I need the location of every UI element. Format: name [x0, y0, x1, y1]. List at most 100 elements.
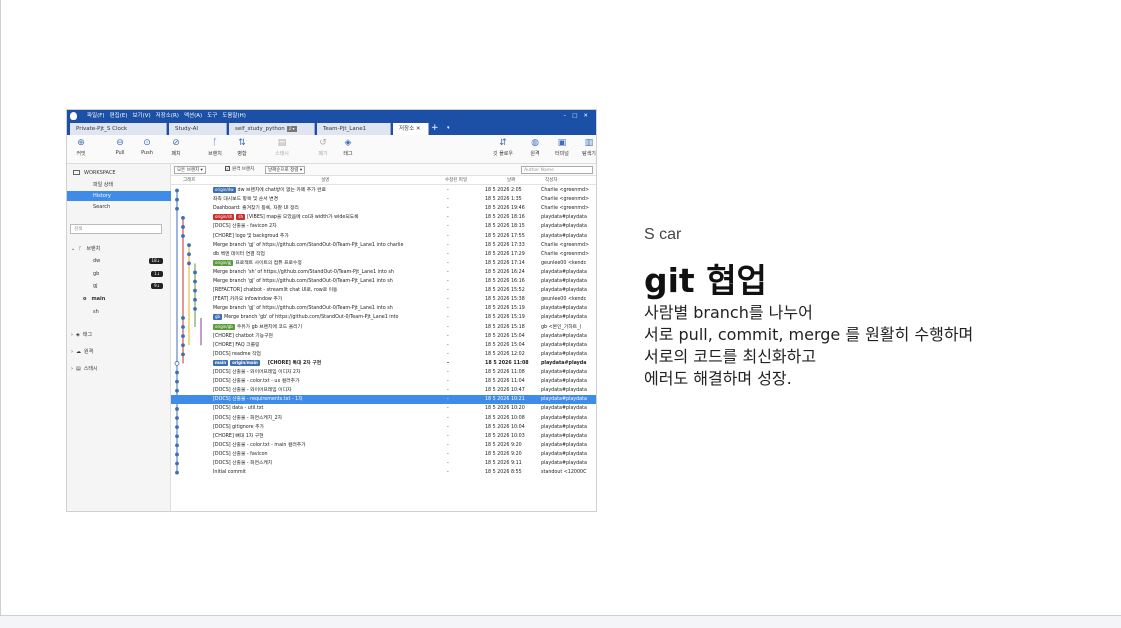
col-date[interactable]: 날짜	[507, 177, 515, 183]
sidebar-branch-sh[interactable]: sh	[67, 307, 171, 317]
maximize-icon[interactable]: □	[572, 113, 583, 119]
col-files[interactable]: 수정된 파일	[445, 177, 467, 183]
date-order-select[interactable]: 날짜순으로 정렬 ▾	[265, 166, 306, 174]
commit-row[interactable]: [DOCS] 산출물 - 와이어프레임 이디자 2차 - 18 5 2026 11:…	[171, 368, 596, 377]
sidebar-group[interactable]: › ◈ 태그	[67, 330, 171, 340]
merge-icon: ⇅	[238, 138, 246, 148]
branches-group[interactable]: ⌄ ᚴ 브랜치	[67, 244, 171, 254]
sidebar-branch-main[interactable]: o main	[67, 294, 171, 304]
toolbar-button[interactable]: ◈ 태그	[334, 138, 362, 157]
toolbar-button[interactable]: ⊙ Push	[133, 138, 161, 156]
col-description[interactable]: 설명	[321, 177, 329, 183]
all-branches-select[interactable]: 모든 브랜치 ▾	[174, 166, 206, 174]
commit-row[interactable]: [DOCS] 산출물 - requirements.txt - 1차 - 18 5 …	[171, 395, 596, 405]
sidebar-item-file-status[interactable]: 파일 상태	[67, 180, 171, 190]
show-remote-checkbox[interactable]: ✓ 원격 브랜치	[223, 166, 256, 174]
sidebar-branch-dw[interactable]: dw 18↓	[67, 256, 171, 266]
commit-row[interactable]: [CHORE] 뼈대 1차 구현 - 18 5 2026 10:03 playdata…	[171, 432, 596, 441]
repo-tab[interactable]: Study-AI	[169, 123, 227, 135]
commit-row[interactable]: Initial commit - 18 5 2026 8:55 standout <1…	[171, 468, 596, 477]
commit-date: 18 5 2026 17:14	[485, 260, 525, 266]
commit-row[interactable]: origin/dw dw 브랜치에 chat방이 없는 카페 추가 완료 -18 5…	[171, 186, 596, 195]
commit-row[interactable]: [DOCS] 산출물 - 화면스케치_2차 - 18 5 2026 10:08 pla…	[171, 414, 596, 423]
commit-row[interactable]: [DOCS] 산출물 - color.txt - ux 컬러추가 - 18 5 20…	[171, 377, 596, 386]
author-filter-input[interactable]: Author Name	[521, 166, 593, 174]
menu-item[interactable]: 도움말(H)	[222, 113, 246, 119]
toolbar-button[interactable]: ⇅ 병합	[228, 138, 256, 157]
commit-row[interactable]: main origin/main [CHORE] 톡대 2차 구현 -18 5 20…	[171, 359, 596, 368]
menu-item[interactable]: 저장소(R)	[156, 113, 179, 119]
sidebar-branch-gj[interactable]: gj 9↓	[67, 281, 171, 291]
toolbar-button[interactable]: ↺ 폐기	[309, 138, 337, 157]
description-line: 에러도 해결하며 성장.	[644, 369, 792, 388]
commit-row[interactable]: Merge branch 'gj' of https://github.com/…	[171, 241, 596, 250]
description-line: 사람별 branch를 나누어	[644, 303, 813, 322]
sidebar-branch-gb[interactable]: gb 1↓	[67, 269, 171, 279]
commit-row[interactable]: [CHORE] chatbot 기능구현 - 18 5 2026 15:04 play…	[171, 332, 596, 341]
commit-author: playdata#playdata	[541, 415, 587, 421]
col-graph[interactable]: 그래프	[183, 177, 195, 183]
commit-description: [DOCS] 산출물 - favicon	[213, 450, 445, 459]
commit-description: main origin/main [CHORE] 톡대 2차 구현	[213, 359, 445, 368]
commit-row[interactable]: [FEAT] 카카오 infowindow 추가 - 18 5 2026 15:38…	[171, 295, 596, 304]
tab-dropdown-icon[interactable]: ▾	[447, 122, 450, 134]
toolbar: ⊕ 커밋 ⊖ Pull ⊙ Push ⊘ 패치 ᚴ 브랜치 ⇅ 병합 ▤ 스태시 ↺ 폐기 ◈ 태그 ⇵ 깃 플로우 ◍…	[67, 135, 596, 164]
toolbar-button[interactable]: ▤ 스태시	[268, 138, 296, 157]
menu-item[interactable]: 편집(E)	[110, 113, 128, 119]
branch-label-tag: origin/gj	[213, 259, 234, 266]
commit-row[interactable]: [DOCS] 산출물 - color.txt - main 컬러추가 - 18 5 …	[171, 441, 596, 450]
toolbar-button[interactable]: ⊖ Pull	[106, 138, 134, 156]
commit-row[interactable]: origin/gb 주유가 gb 브랜치에 코드 올리기 -18 5 2026 15…	[171, 323, 596, 332]
toolbar-button[interactable]: ▥ 탐색기	[575, 138, 596, 157]
commit-row[interactable]: [DOCS] 산출물 - 와이어프레임 이디자 - 18 5 2026 10:47 p…	[171, 386, 596, 395]
new-tab-plus-icon[interactable]: +	[431, 122, 439, 134]
col-author[interactable]: 작성자	[545, 177, 557, 183]
commit-description: Merge branch 'sh' of https://github.com/…	[213, 268, 445, 277]
commit-row[interactable]: [DOCS] readme 작업 - 18 5 2026 12:02 playdata…	[171, 350, 596, 359]
commit-row[interactable]: origin/gj 프로젝트 사이트의 컴퓨 프로수정 -18 5 2026 17:…	[171, 259, 596, 268]
menu-item[interactable]: 액션(A)	[184, 113, 202, 119]
commit-row[interactable]: [DOCS] 산출물 - 화면스케치 - 18 5 2026 9:11 playdat…	[171, 459, 596, 468]
toolbar-button[interactable]: ▣ 터미널	[548, 138, 576, 157]
commit-row[interactable]: gb Merge branch 'gb' of https://github.co…	[171, 313, 596, 322]
toolbar-button[interactable]: ᚴ 브랜치	[201, 138, 229, 157]
sidebar-group[interactable]: › ☁ 원격	[67, 347, 171, 357]
repo-tab[interactable]: Team-Pjt_Lane1	[317, 123, 391, 135]
toolbar-button[interactable]: ◍ 원격	[521, 138, 549, 157]
menu-item[interactable]: 파일(F)	[87, 113, 105, 119]
commit-row[interactable]: Merge branch 'sh' of https://github.com/…	[171, 268, 596, 277]
commit-row[interactable]: [CHORE] logo 및 backgroud 추가 - 18 5 2026 17…	[171, 232, 596, 241]
minimize-icon[interactable]: –	[563, 113, 572, 119]
commit-row[interactable]: [DOCS] 산출물 - favicon - 18 5 2026 9:20 playd…	[171, 450, 596, 459]
toolbar-button[interactable]: ⊘ 패치	[162, 138, 190, 157]
menu-item[interactable]: 보기(V)	[132, 113, 150, 119]
repo-tab[interactable]: self_study_python 2 ▾	[229, 123, 315, 135]
commit-row[interactable]: 좌측 대시보드 항목 및 순서 변경 - 18 5 2026 1:35 Charlie…	[171, 195, 596, 204]
commit-files: -	[447, 461, 449, 466]
commit-row[interactable]: db 백엔 데이터 연결 작업 - 18 5 2026 17:29 Charlie <…	[171, 250, 596, 259]
repo-tab[interactable]: Private-Pjt_S Clock	[70, 123, 167, 135]
sidebar-item-history[interactable]: History	[67, 191, 171, 201]
repo-tab[interactable]: 저장소 ✕	[393, 123, 429, 135]
commit-row[interactable]: Merge branch 'gj' of https://github.com/…	[171, 304, 596, 313]
commit-row[interactable]: origin/sh sh [VIBES] map을 모았음에 col과 width가…	[171, 213, 596, 222]
commit-row[interactable]: Dashboard: 즐겨찾기 등록, 자잘 UI 정리 - 18 5 2026 1…	[171, 204, 596, 213]
close-icon[interactable]: ✕	[583, 113, 594, 119]
sidebar-search-input[interactable]: 검색	[70, 224, 162, 234]
sidebar-item-search[interactable]: Search	[67, 202, 171, 212]
menu-item[interactable]: 도구	[207, 113, 217, 119]
commit-date: 18 5 2026 8:55	[485, 470, 522, 476]
toolbar-button[interactable]: ⇵ 깃 플로우	[489, 138, 517, 157]
sidebar-group[interactable]: › ▤ 스태시	[67, 364, 171, 374]
toolbar-button[interactable]: ⊕ 커밋	[67, 138, 95, 157]
commit-row[interactable]: [REFACTOR] chatbot - streamlit chat UI로,…	[171, 286, 596, 295]
commit-date: 18 5 2026 10:08	[485, 415, 525, 421]
workspace-header[interactable]: WORKSPACE	[67, 168, 171, 178]
commit-files: -	[447, 324, 449, 330]
commit-row[interactable]: Merge branch 'gj' of https://github.com/…	[171, 277, 596, 286]
commit-row[interactable]: [DOCS] gitignore 추가 - 18 5 2026 10:04 playd…	[171, 423, 596, 432]
commit-row[interactable]: [CHORE] FAQ 크롤링 - 18 5 2026 15:04 playdata#…	[171, 341, 596, 350]
stash-icon: ▤	[76, 366, 81, 372]
commit-row[interactable]: [DOCS] 산출물 - favicon 2차 - 18 5 2026 18:15 p…	[171, 222, 596, 231]
commit-row[interactable]: [DOCS] data - util.txt - 18 5 2026 10:20 pl…	[171, 404, 596, 413]
